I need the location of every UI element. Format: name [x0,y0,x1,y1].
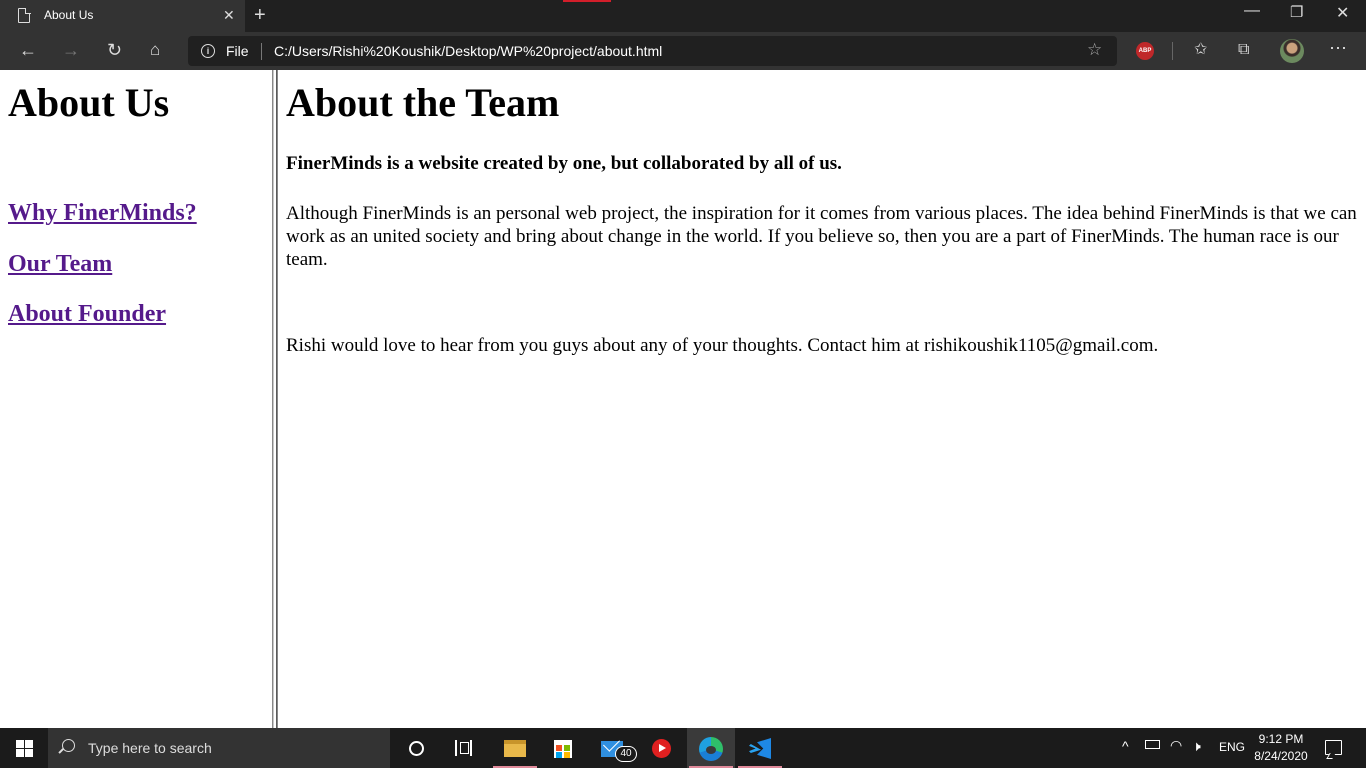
windows-start-icon[interactable] [16,740,33,757]
left-frame-title: About Us [8,80,170,125]
restore-icon[interactable]: ❐ [1290,3,1303,21]
refresh-icon[interactable]: ↻ [107,40,122,60]
tab-title: About Us [44,8,94,22]
browser-toolbar: ← → ↻ ⌂ i File C:/Users/Rishi%20Koushik/… [0,32,1366,70]
vscode-icon [749,738,771,759]
address-url[interactable]: C:/Users/Rishi%20Koushik/Desktop/WP%20pr… [274,43,662,59]
wifi-icon[interactable]: ◠ [1170,737,1182,754]
minimize-icon[interactable]: — [1244,2,1260,20]
cortana-icon[interactable] [409,741,424,756]
new-tab-button[interactable]: + [254,4,266,26]
clock-time[interactable]: 9:12 PM [1255,732,1307,746]
link-our-team[interactable]: Our Team [8,250,112,278]
file-explorer-icon [504,740,526,757]
home-icon[interactable]: ⌂ [150,40,160,60]
tagline-text: FinerMinds is a website created by one, … [286,153,842,174]
team-paragraph: Although FinerMinds is an personal web p… [286,203,1357,270]
left-navigation-frame: About Us Why FinerMinds? Our Team About … [0,70,272,728]
window-accent-mark [563,0,611,2]
address-bar[interactable]: i File C:/Users/Rishi%20Koushik/Desktop/… [188,36,1117,66]
link-about-founder[interactable]: About Founder [8,300,166,328]
toolbar-separator [1172,42,1173,60]
volume-icon[interactable]: 🕨 [1192,738,1201,755]
favorite-star-icon[interactable]: ☆ [1087,40,1102,60]
close-window-icon[interactable]: ✕ [1336,3,1349,23]
search-placeholder: Type here to search [88,740,212,756]
profile-avatar[interactable] [1280,39,1304,63]
adblock-extension-icon[interactable]: ABP [1136,42,1154,60]
mail-badge: 40 [615,746,637,762]
main-content-frame: About the Team FinerMinds is a website c… [278,70,1366,728]
page-title: About the Team [286,80,560,125]
language-indicator[interactable]: ENG [1219,740,1245,754]
back-arrow-icon[interactable]: ← [19,40,37,60]
link-why-finerminds[interactable]: Why FinerMinds? [8,199,197,227]
battery-icon[interactable] [1145,740,1160,749]
favorites-list-icon[interactable]: ✩ [1194,40,1207,60]
search-icon [62,739,75,752]
browser-title-bar: About Us ✕ + — ❐ ✕ [0,0,1366,32]
info-icon[interactable]: i [201,44,215,58]
browser-tab-about-us[interactable]: About Us ✕ [0,0,245,32]
youtube-music-icon[interactable] [652,739,671,758]
address-scheme-label: File [226,43,249,59]
edge-browser-icon [699,737,723,761]
close-tab-icon[interactable]: ✕ [223,7,235,23]
page-content: About Us Why FinerMinds? Our Team About … [0,70,1366,728]
chevron-up-icon[interactable]: ^ [1122,738,1129,754]
taskbar-search-box[interactable]: Type here to search [48,728,390,768]
address-separator [261,43,262,60]
microsoft-store-icon[interactable] [554,740,572,758]
page-icon [18,7,31,23]
more-menu-icon[interactable]: ⋯ [1329,38,1347,58]
contact-text: Rishi would love to hear from you guys a… [286,335,1159,356]
forward-arrow-icon[interactable]: → [62,40,80,60]
notifications-icon[interactable] [1325,740,1342,755]
task-view-icon[interactable] [455,740,472,756]
collections-icon[interactable]: ⧉ [1238,40,1249,60]
clock-date[interactable]: 8/24/2020 [1252,749,1310,763]
windows-taskbar: Type here to search 40 ^ ◠ 🕨 ENG 9:12 PM… [0,728,1366,768]
